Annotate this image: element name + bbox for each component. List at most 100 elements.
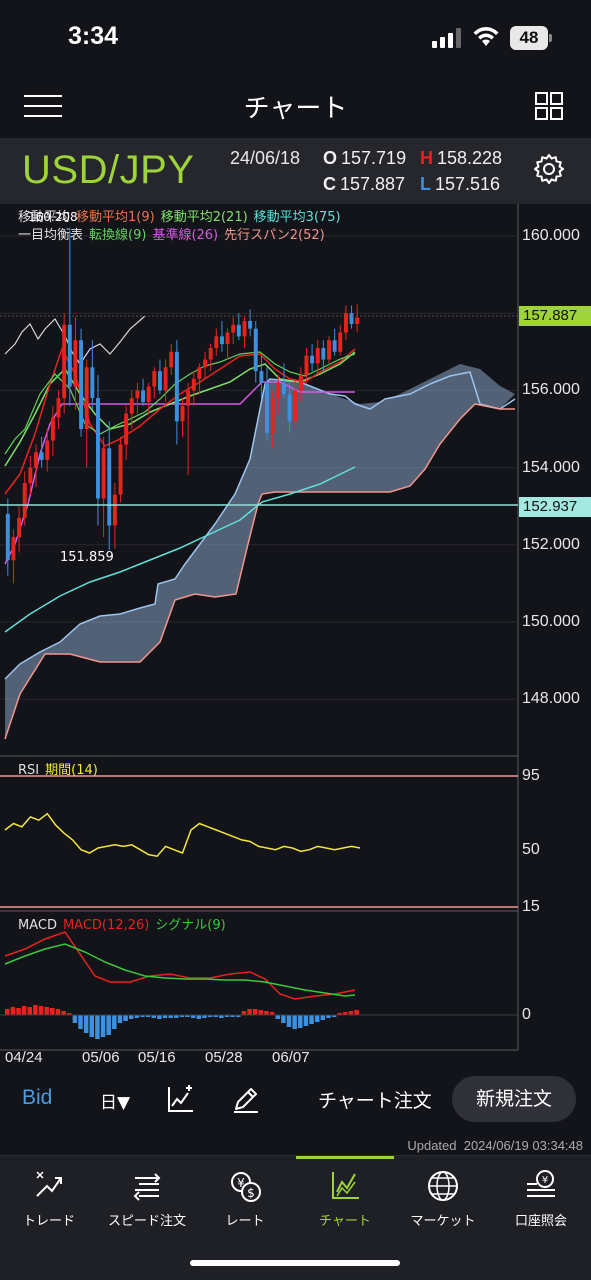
candle bbox=[253, 328, 258, 372]
date-axis-label: 05/06 bbox=[82, 1049, 120, 1066]
macd-histogram-bar bbox=[196, 1015, 202, 1019]
svg-text:$: $ bbox=[247, 1186, 255, 1200]
ichimoku-legend: 一目均衡表 転換線(9) 基準線(26) 先行スパン2(52) bbox=[18, 224, 331, 243]
macd-histogram-bar bbox=[5, 1009, 10, 1015]
svg-text:¥: ¥ bbox=[542, 1175, 548, 1186]
macd-histogram-bar bbox=[72, 1015, 78, 1023]
candle bbox=[248, 320, 253, 329]
status-time: 3:34 bbox=[68, 22, 119, 50]
speed-order-icon bbox=[133, 1173, 161, 1201]
macd-histogram-bar bbox=[10, 1007, 16, 1015]
low-price: L 157.516 bbox=[420, 174, 501, 194]
tab-market[interactable]: マーケット bbox=[394, 1168, 492, 1229]
low-annotation: 151.859 bbox=[60, 550, 114, 565]
candle bbox=[225, 332, 230, 345]
trade-icon bbox=[36, 1171, 62, 1197]
candle bbox=[276, 382, 281, 399]
candle bbox=[152, 371, 157, 387]
candle bbox=[219, 336, 224, 345]
candle bbox=[34, 452, 38, 468]
macd-histogram-bar bbox=[106, 1015, 111, 1035]
account-inquiry-icon: ¥ bbox=[527, 1170, 555, 1197]
tab-account[interactable]: ¥ 口座照会 bbox=[492, 1168, 590, 1229]
macd-histogram-bar bbox=[95, 1015, 100, 1039]
macd-histogram-bar bbox=[128, 1015, 134, 1019]
candle bbox=[141, 390, 146, 402]
candle bbox=[157, 371, 162, 391]
macd-histogram-bar bbox=[241, 1011, 247, 1015]
rsi-period-legend: 期間(14) bbox=[45, 763, 98, 778]
currency-pair[interactable]: USD/JPY bbox=[22, 148, 194, 193]
candle bbox=[355, 317, 360, 325]
candle bbox=[242, 320, 247, 337]
rsi-legend: RSI 期間(14) bbox=[18, 759, 104, 778]
candle bbox=[90, 367, 95, 399]
chart-area[interactable]: 移動平均 移動平均1(9) 移動平均2(21) 移動平均3(75) 一目均衡表 転換線(… bbox=[0, 204, 591, 1066]
candle bbox=[231, 324, 236, 333]
candle bbox=[236, 324, 241, 337]
ma3-legend: 移動平均3(75) bbox=[253, 210, 341, 225]
price-axis-label: 160.000 bbox=[522, 227, 580, 244]
candle bbox=[186, 390, 191, 406]
cellular-signal-icon bbox=[432, 28, 461, 48]
candle bbox=[56, 398, 61, 418]
active-tab-indicator bbox=[296, 1156, 394, 1159]
macd-histogram-bar bbox=[38, 1006, 44, 1015]
candle bbox=[67, 324, 72, 387]
chart-toolbar: Bid 日▼ チャート注文 新規注文 bbox=[0, 1066, 591, 1134]
horizontal-line-price-tag[interactable]: 152.937 bbox=[519, 497, 591, 517]
macd-histogram-bar bbox=[78, 1015, 83, 1029]
macd-histogram-bar bbox=[252, 1009, 258, 1015]
macd-histogram-bar bbox=[112, 1015, 117, 1029]
new-order-button[interactable]: 新規注文 bbox=[452, 1076, 576, 1122]
candle bbox=[129, 398, 134, 414]
candle bbox=[338, 332, 343, 352]
candle-date: 24/06/18 bbox=[230, 148, 301, 168]
candle bbox=[265, 382, 269, 433]
candle bbox=[321, 347, 326, 360]
macd-histogram-bar bbox=[286, 1015, 292, 1027]
wifi-icon bbox=[473, 27, 499, 46]
tab-trade-label: トレード bbox=[22, 1214, 75, 1229]
rsi-legend-title: RSI bbox=[18, 763, 40, 778]
price-axis-label: 156.000 bbox=[522, 381, 580, 399]
tab-chart[interactable]: チャート bbox=[296, 1168, 394, 1229]
price-axis-label: 152.000 bbox=[522, 535, 580, 553]
battery-icon: 48 bbox=[510, 26, 552, 50]
candle bbox=[22, 483, 27, 518]
updated-timestamp: Updated 2024/06/19 03:34:48 bbox=[407, 1138, 583, 1153]
candle bbox=[107, 448, 112, 526]
close-price: C 157.887 bbox=[323, 174, 406, 194]
macd-histogram-bar bbox=[247, 1009, 252, 1015]
macd-histogram-bar bbox=[354, 1010, 359, 1015]
macd-histogram-bar bbox=[21, 1006, 27, 1015]
macd-histogram-bar bbox=[50, 1008, 55, 1015]
period-select[interactable]: 日▼ bbox=[100, 1088, 130, 1113]
drawing-pencil-icon[interactable] bbox=[232, 1084, 260, 1114]
tab-speed-order[interactable]: スピード注文 bbox=[98, 1168, 196, 1229]
tab-speed-order-label: スピード注文 bbox=[107, 1214, 186, 1229]
candle bbox=[17, 517, 22, 538]
candle bbox=[50, 417, 55, 441]
candle bbox=[135, 390, 140, 399]
candle bbox=[11, 537, 16, 561]
date-axis-label: 05/16 bbox=[138, 1049, 176, 1066]
settings-gear-icon[interactable] bbox=[533, 153, 565, 185]
candle bbox=[259, 371, 264, 383]
rsi-axis-label: 15 bbox=[522, 898, 540, 915]
macd-histogram-bar bbox=[157, 1015, 162, 1019]
candle bbox=[349, 313, 354, 325]
rsi-axis-label: 50 bbox=[522, 840, 540, 858]
price-axis-label: 154.000 bbox=[522, 458, 580, 476]
grid-layout-icon[interactable] bbox=[535, 92, 563, 120]
macd-histogram bbox=[0, 1005, 518, 1039]
macd-histogram-bar bbox=[61, 1011, 66, 1015]
indicator-icon[interactable] bbox=[166, 1084, 196, 1114]
macd-histogram-bar bbox=[117, 1015, 123, 1023]
tab-rate[interactable]: ¥ $ レート bbox=[196, 1168, 294, 1229]
bid-toggle[interactable]: Bid bbox=[22, 1086, 52, 1110]
candle bbox=[96, 398, 100, 499]
macd-histogram-bar bbox=[33, 1005, 38, 1015]
tab-trade[interactable]: トレード bbox=[0, 1168, 98, 1229]
chart-order-button[interactable]: チャート注文 bbox=[318, 1086, 432, 1113]
